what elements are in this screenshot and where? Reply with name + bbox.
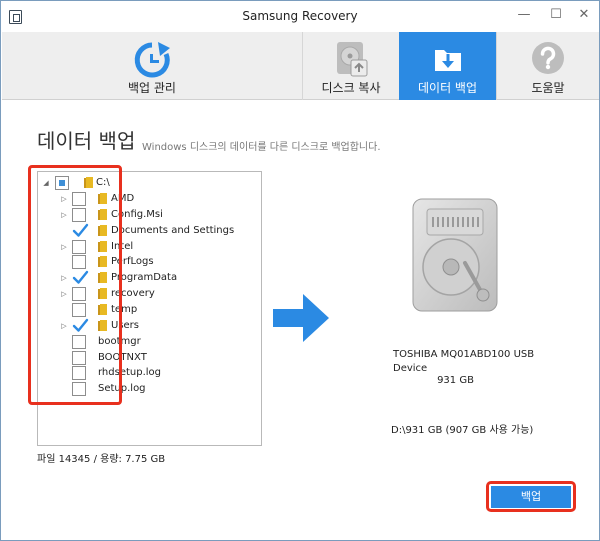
tab-label: 데이터 백업 bbox=[417, 81, 477, 95]
maximize-button[interactable]: ☐ bbox=[545, 5, 567, 25]
tab-label: 디스크 복사 bbox=[321, 81, 381, 95]
tab-label: 도움말 bbox=[531, 81, 565, 95]
title-bar: Samsung Recovery — ☐ ✕ bbox=[1, 1, 599, 32]
data-backup-download-icon bbox=[434, 50, 461, 71]
window-title: Samsung Recovery bbox=[242, 9, 358, 23]
tab-help[interactable]: 도움말 bbox=[497, 32, 599, 100]
arrow-right-icon bbox=[273, 294, 329, 342]
hard-drive-icon bbox=[412, 198, 498, 312]
highlight-box-checkboxes bbox=[28, 165, 122, 405]
tab-data-backup[interactable]: 데이터 백업 bbox=[399, 32, 496, 100]
backup-refresh-icon bbox=[134, 42, 170, 78]
top-tab-bar: 백업 관리 디스크 복사 데이터 백업 도움말 bbox=[2, 32, 599, 100]
target-free-space: D:\931 GB (907 GB 사용 가능) bbox=[391, 425, 534, 436]
target-device-size: 931 GB bbox=[437, 375, 474, 386]
file-count-size: 파일 14345 / 용량: 7.75 GB bbox=[37, 454, 166, 465]
tab-label: 백업 관리 bbox=[128, 81, 176, 95]
tab-backup-management[interactable]: 백업 관리 bbox=[2, 32, 302, 100]
page-title: 데이터 백업 bbox=[37, 129, 136, 153]
disk-copy-icon bbox=[337, 42, 368, 77]
help-question-icon bbox=[532, 42, 564, 74]
tree-item-label: Documents and Settings bbox=[111, 224, 235, 236]
minimize-button[interactable]: — bbox=[513, 5, 535, 25]
backup-button[interactable]: 백업 bbox=[491, 486, 571, 508]
close-button[interactable]: ✕ bbox=[573, 5, 595, 25]
page-subtitle: Windows 디스크의 데이터를 다른 디스크로 백업합니다. bbox=[142, 142, 381, 153]
app-window: Samsung Recovery — ☐ ✕ 백업 관리 디스크 복사 데이터 … bbox=[0, 0, 600, 541]
tab-disk-copy[interactable]: 디스크 복사 bbox=[303, 32, 399, 100]
target-device-name: TOSHIBA MQ01ABD100 USB Device bbox=[393, 349, 535, 374]
